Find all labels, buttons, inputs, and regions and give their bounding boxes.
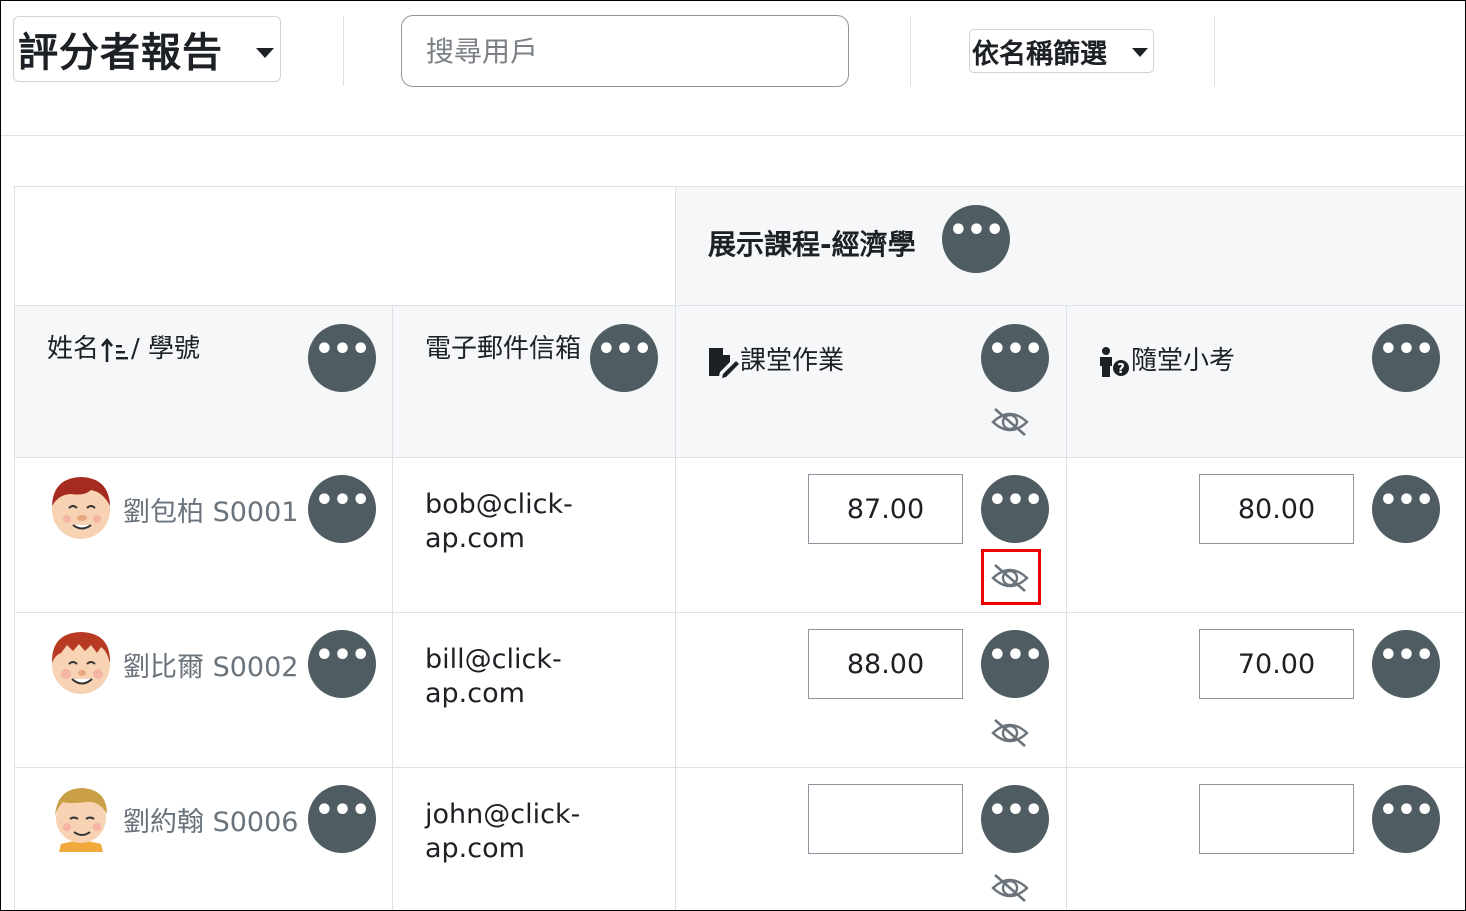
filter-by-name-label: 依名稱篩選 <box>972 38 1107 70</box>
email-line: bill@click- <box>425 644 562 675</box>
grader-report-table: 展示課程-經濟學 ••• 姓名 / 學號 ••• 電子郵件信箱 ••• 課堂作業… <box>14 186 1465 910</box>
name-sort-link[interactable]: 姓名 <box>47 334 99 364</box>
report-selector-label: 評分者報告 <box>18 30 223 76</box>
course-title: 展示課程-經濟學 <box>708 228 916 261</box>
name-header: 姓名 / 學號 <box>47 328 200 365</box>
grade-menu-button[interactable]: ••• <box>1372 785 1440 853</box>
quiz-grade-cell: ••• <box>1066 457 1465 613</box>
quiz-grade-input[interactable] <box>1199 474 1354 544</box>
quiz-grade-cell: ••• <box>1066 612 1465 768</box>
toolbar: 評分者報告 依名稱篩選 <box>1 1 1465 136</box>
email-column-menu-button[interactable]: ••• <box>590 324 658 392</box>
assignment-grade-input[interactable] <box>808 784 963 854</box>
assignment-column-menu-button[interactable]: ••• <box>981 324 1049 392</box>
email-line: john@click- <box>425 799 581 830</box>
chevron-down-icon <box>1132 48 1148 57</box>
quiz-column-menu-button[interactable]: ••• <box>1372 324 1440 392</box>
svg-text:?: ? <box>1117 362 1125 377</box>
table-row: 劉包柏 S0001 ••• bob@click- ap.com ••• <box>14 457 1465 613</box>
assignment-link[interactable]: 課堂作業 <box>740 346 844 376</box>
quiz-header: ? 隨堂小考 <box>1097 340 1235 378</box>
grade-menu-button[interactable]: ••• <box>1372 630 1440 698</box>
report-selector[interactable]: 評分者報告 <box>13 16 281 82</box>
assignment-grade-cell: ••• <box>675 767 1067 910</box>
grade-menu-button[interactable]: ••• <box>981 785 1049 853</box>
toolbar-divider <box>1214 16 1215 86</box>
search-users-input[interactable] <box>401 15 849 87</box>
column-header-row: 姓名 / 學號 ••• 電子郵件信箱 ••• 課堂作業 ••• ? 隨堂小考 •… <box>14 305 1465 458</box>
table-row: 劉比爾 S0002 ••• bill@click- ap.com ••• <box>14 612 1465 768</box>
email-text: john@click- ap.com <box>425 798 580 866</box>
grade-menu-button[interactable]: ••• <box>981 630 1049 698</box>
toolbar-divider <box>343 16 344 86</box>
grade-menu-button[interactable]: ••• <box>981 475 1049 543</box>
header-spacer-cell <box>14 186 676 306</box>
assignment-grade-cell: ••• <box>675 612 1067 768</box>
eye-slash-icon[interactable] <box>990 406 1030 438</box>
eye-slash-icon[interactable] <box>990 872 1030 904</box>
email-column-header: 電子郵件信箱 ••• <box>392 305 676 458</box>
email-header: 電子郵件信箱 <box>425 334 582 364</box>
highlight-box <box>981 549 1041 605</box>
quiz-grade-input[interactable] <box>1199 784 1354 854</box>
quiz-grade-cell: ••• <box>1066 767 1465 910</box>
name-column-menu-button[interactable]: ••• <box>308 324 376 392</box>
student-menu-button[interactable]: ••• <box>308 785 376 853</box>
student-name-link[interactable]: 劉約翰 S0006 <box>123 800 298 839</box>
email-line: ap.com <box>425 523 525 554</box>
email-cell: john@click- ap.com <box>392 767 676 910</box>
student-cell: 劉包柏 S0001 ••• <box>14 457 393 613</box>
student-name-link[interactable]: 劉包柏 S0001 <box>123 490 298 529</box>
name-column-header: 姓名 / 學號 ••• <box>14 305 393 458</box>
email-line: ap.com <box>425 833 525 864</box>
sort-ascending-icon[interactable] <box>99 335 131 365</box>
course-header-cell: 展示課程-經濟學 ••• <box>675 186 1465 306</box>
page-frame: 評分者報告 依名稱篩選 展示課程-經濟學 ••• <box>0 0 1466 911</box>
student-cell: 劉約翰 S0006 ••• <box>14 767 393 910</box>
assignment-header: 課堂作業 <box>706 340 844 378</box>
toolbar-divider <box>910 16 911 86</box>
email-text: bob@click- ap.com <box>425 488 573 556</box>
assignment-grade-input[interactable] <box>808 629 963 699</box>
assignment-grade-input[interactable] <box>808 474 963 544</box>
table-row: 劉約翰 S0006 ••• john@click- ap.com ••• ••• <box>14 767 1465 910</box>
student-menu-button[interactable]: ••• <box>308 475 376 543</box>
student-menu-button[interactable]: ••• <box>308 630 376 698</box>
student-name-link[interactable]: 劉比爾 S0002 <box>123 645 298 684</box>
assignment-icon <box>709 347 739 378</box>
student-cell: 劉比爾 S0002 ••• <box>14 612 393 768</box>
course-header-row: 展示課程-經濟學 ••• <box>14 186 1465 306</box>
avatar <box>52 477 110 539</box>
quiz-column-header: ? 隨堂小考 ••• <box>1066 305 1465 458</box>
course-actions-menu-button[interactable]: ••• <box>942 205 1010 273</box>
eye-slash-icon[interactable] <box>990 717 1030 749</box>
email-line: ap.com <box>425 678 525 709</box>
quiz-link[interactable]: 隨堂小考 <box>1131 346 1235 376</box>
student-id-sort-link[interactable]: / 學號 <box>131 334 200 364</box>
grade-menu-button[interactable]: ••• <box>1372 475 1440 543</box>
avatar <box>55 788 107 852</box>
quiz-grade-input[interactable] <box>1199 629 1354 699</box>
email-cell: bill@click- ap.com <box>392 612 676 768</box>
assignment-column-header: 課堂作業 ••• <box>675 305 1067 458</box>
chevron-down-icon <box>256 48 274 58</box>
avatar <box>51 632 111 694</box>
assignment-grade-cell: ••• <box>675 457 1067 613</box>
email-text: bill@click- ap.com <box>425 643 562 711</box>
quiz-icon: ? <box>1100 346 1129 377</box>
filter-by-name-button[interactable]: 依名稱篩選 <box>969 29 1154 73</box>
email-cell: bob@click- ap.com <box>392 457 676 613</box>
email-line: bob@click- <box>425 489 573 520</box>
